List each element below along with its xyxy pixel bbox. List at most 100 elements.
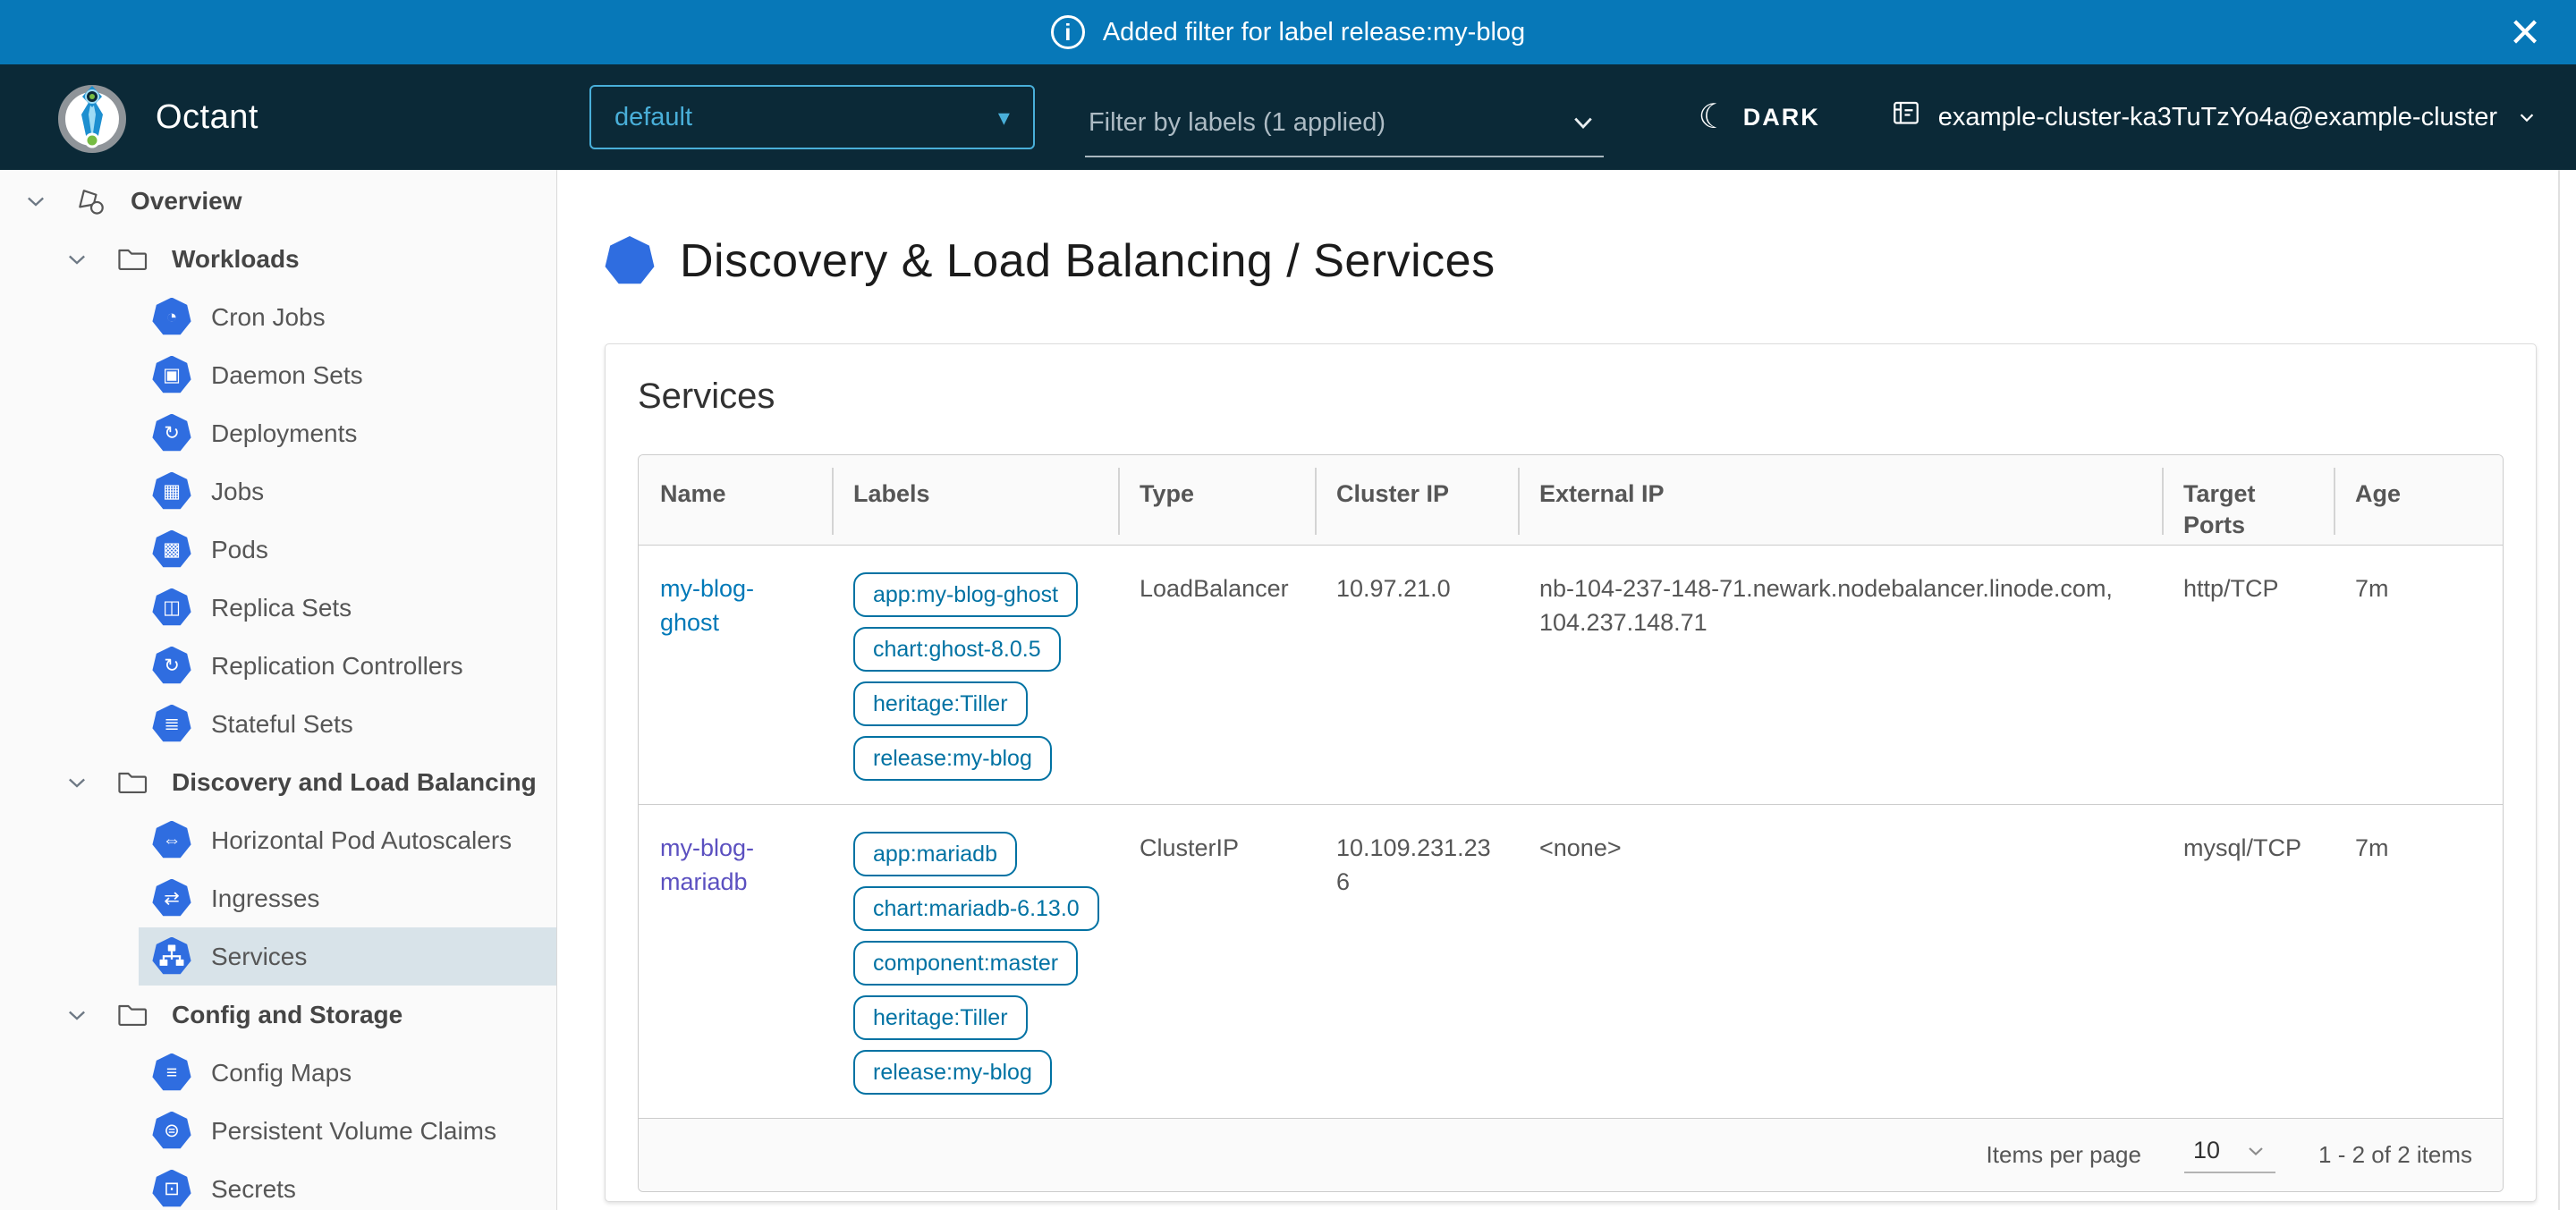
label-badge[interactable]: chart:mariadb-6.13.0 bbox=[853, 886, 1099, 931]
chevron-down-icon[interactable] bbox=[61, 999, 93, 1031]
label-badge[interactable]: release:my-blog bbox=[853, 1050, 1052, 1095]
table-row: my-blog-ghost app:my-blog-ghost chart:gho… bbox=[639, 545, 2503, 804]
folder-icon bbox=[113, 240, 152, 279]
chevron-down-icon[interactable] bbox=[61, 243, 93, 275]
sidebar-item-label: Jobs bbox=[211, 479, 264, 504]
label-badge[interactable]: heritage:Tiller bbox=[853, 995, 1028, 1040]
services-icon bbox=[152, 937, 191, 977]
column-header-external-ip: External IP bbox=[1518, 455, 2162, 545]
cluster-ip-cell: 10.97.21.0 bbox=[1315, 546, 1518, 804]
sidebar-item-label: Deployments bbox=[211, 421, 357, 446]
sidebar-item-label: Config and Storage bbox=[172, 1003, 402, 1028]
service-link[interactable]: my-blog-ghost bbox=[660, 575, 754, 636]
sidebar-item-stateful-sets[interactable]: ≣ Stateful Sets bbox=[0, 695, 556, 753]
cluster-context-switcher[interactable]: example-cluster-ka3TuTzYo4a@example-clus… bbox=[1890, 97, 2537, 137]
deployments-icon: ↻ bbox=[152, 414, 191, 453]
label-badge[interactable]: component:master bbox=[853, 941, 1078, 986]
chevron-down-icon[interactable] bbox=[20, 185, 52, 217]
sidebar-item-ingresses[interactable]: ⇄ Ingresses bbox=[0, 869, 556, 927]
labels-cell: app:mariadb chart:mariadb-6.13.0 component… bbox=[832, 805, 1118, 1118]
age-cell: 7m bbox=[2334, 805, 2503, 1118]
labels-cell: app:my-blog-ghost chart:ghost-8.0.5 herita… bbox=[832, 546, 1118, 804]
secrets-icon: ⊡ bbox=[152, 1170, 191, 1209]
name-cell: my-blog-ghost bbox=[639, 546, 832, 804]
chevron-down-icon bbox=[2517, 107, 2537, 127]
sidebar-item-label: Discovery and Load Balancing bbox=[172, 770, 537, 795]
services-card: Services NameLabelsTypeCluster IPExterna… bbox=[605, 343, 2537, 1202]
app-header: Octant default ▾ Filter by labels (1 app… bbox=[0, 64, 2576, 170]
label-badge[interactable]: heritage:Tiller bbox=[853, 681, 1028, 726]
config-maps-icon: ≡ bbox=[152, 1053, 191, 1093]
sidebar-item-workloads[interactable]: Workloads bbox=[0, 230, 556, 288]
chevron-down-icon bbox=[2245, 1140, 2267, 1162]
sidebar-item-replication-controllers[interactable]: ↻ Replication Controllers bbox=[0, 637, 556, 695]
sidebar-item-persistent-volume-claims[interactable]: ⊜ Persistent Volume Claims bbox=[0, 1102, 556, 1160]
sidebar-item-config-maps[interactable]: ≡ Config Maps bbox=[0, 1044, 556, 1102]
column-header-target-ports: Target Ports bbox=[2162, 455, 2334, 545]
label-badge[interactable]: app:mariadb bbox=[853, 832, 1017, 876]
app-title: Octant bbox=[156, 98, 258, 137]
label-filter-dropdown[interactable]: Filter by labels (1 applied) bbox=[1085, 89, 1604, 157]
external-ip-cell: <none> bbox=[1518, 805, 2162, 1118]
services-icon bbox=[605, 236, 655, 286]
sidebar-item-label: Replica Sets bbox=[211, 596, 352, 621]
ingresses-icon: ⇄ bbox=[152, 879, 191, 918]
column-header-age: Age bbox=[2334, 455, 2503, 545]
sidebar-item-jobs[interactable]: ▦ Jobs bbox=[0, 462, 556, 520]
label-filter-text: Filter by labels (1 applied) bbox=[1089, 108, 1385, 138]
type-cell: ClusterIP bbox=[1118, 805, 1315, 1118]
sidebar-item-label: Ingresses bbox=[211, 886, 319, 911]
sidebar-item-label: Services bbox=[211, 944, 307, 969]
sidebar-item-horizontal-pod-autoscalers[interactable]: ⇔ Horizontal Pod Autoscalers bbox=[0, 811, 556, 869]
column-header-type: Type bbox=[1118, 455, 1315, 545]
sidebar-item-label: Daemon Sets bbox=[211, 363, 363, 388]
sidebar-item-replica-sets[interactable]: ◫ Replica Sets bbox=[0, 579, 556, 637]
sidebar-item-config-and-storage[interactable]: Config and Storage bbox=[0, 986, 556, 1044]
namespace-value: default bbox=[614, 103, 692, 132]
page-title: Discovery & Load Balancing / Services bbox=[680, 234, 1496, 288]
notification-message: Added filter for label release:my-blog bbox=[1103, 18, 1525, 47]
folder-icon bbox=[113, 995, 152, 1035]
table-body: my-blog-ghost app:my-blog-ghost chart:gho… bbox=[639, 545, 2503, 1118]
octant-logo-icon bbox=[54, 79, 131, 156]
info-icon: i bbox=[1051, 15, 1085, 49]
sidebar-item-pods[interactable]: ▩ Pods bbox=[0, 520, 556, 579]
sidebar-item-overview[interactable]: Overview bbox=[0, 172, 556, 230]
items-per-page-label: Items per page bbox=[1987, 1141, 2141, 1169]
sidebar-item-label: Overview bbox=[131, 189, 242, 214]
pods-icon: ▩ bbox=[152, 530, 191, 570]
scrollbar-track[interactable] bbox=[2558, 170, 2560, 1210]
label-badge[interactable]: app:my-blog-ghost bbox=[853, 572, 1078, 617]
cluster-ip-cell: 10.109.231.236 bbox=[1315, 805, 1518, 1118]
sidebar-item-label: Secrets bbox=[211, 1177, 296, 1202]
items-per-page-select[interactable]: 10 bbox=[2184, 1137, 2275, 1173]
header-right: ☾ DARK example-cluster-ka3TuTzYo4a@examp… bbox=[1699, 97, 2537, 137]
table-header-row: NameLabelsTypeCluster IPExternal IPTarge… bbox=[639, 455, 2503, 545]
sidebar-item-services[interactable]: Services bbox=[0, 927, 556, 986]
sidebar-item-daemon-sets[interactable]: ▣ Daemon Sets bbox=[0, 346, 556, 404]
cluster-icon bbox=[1890, 97, 1922, 137]
label-badge[interactable]: chart:ghost-8.0.5 bbox=[853, 627, 1061, 672]
table-footer: Items per page 10 1 - 2 of 2 items bbox=[639, 1118, 2503, 1191]
label-badge[interactable]: release:my-blog bbox=[853, 736, 1052, 781]
sidebar-item-label: Stateful Sets bbox=[211, 712, 353, 737]
namespace-select[interactable]: default ▾ bbox=[589, 85, 1035, 149]
target-ports-cell: mysql/TCP bbox=[2162, 805, 2334, 1118]
sidebar-item-discovery-and-load-balancing[interactable]: Discovery and Load Balancing bbox=[0, 753, 556, 811]
daemon-sets-icon: ▣ bbox=[152, 356, 191, 395]
stateful-sets-icon: ≣ bbox=[152, 705, 191, 744]
dark-theme-toggle[interactable]: ☾ DARK bbox=[1699, 100, 1820, 134]
name-cell: my-blog-mariadb bbox=[639, 805, 832, 1118]
folder-icon bbox=[113, 763, 152, 802]
sidebar-item-secrets[interactable]: ⊡ Secrets bbox=[0, 1160, 556, 1210]
jobs-icon: ▦ bbox=[152, 472, 191, 512]
age-cell: 7m bbox=[2334, 546, 2503, 804]
column-header-cluster-ip: Cluster IP bbox=[1315, 455, 1518, 545]
sidebar-item-deployments[interactable]: ↻ Deployments bbox=[0, 404, 556, 462]
horizontal-pod-autoscalers-icon: ⇔ bbox=[152, 821, 191, 860]
service-link[interactable]: my-blog-mariadb bbox=[660, 834, 754, 895]
sidebar-item-label: Config Maps bbox=[211, 1061, 352, 1086]
close-icon[interactable]: × bbox=[2510, 6, 2540, 58]
sidebar-item-cron-jobs[interactable]: ◔ Cron Jobs bbox=[0, 288, 556, 346]
chevron-down-icon[interactable] bbox=[61, 766, 93, 799]
